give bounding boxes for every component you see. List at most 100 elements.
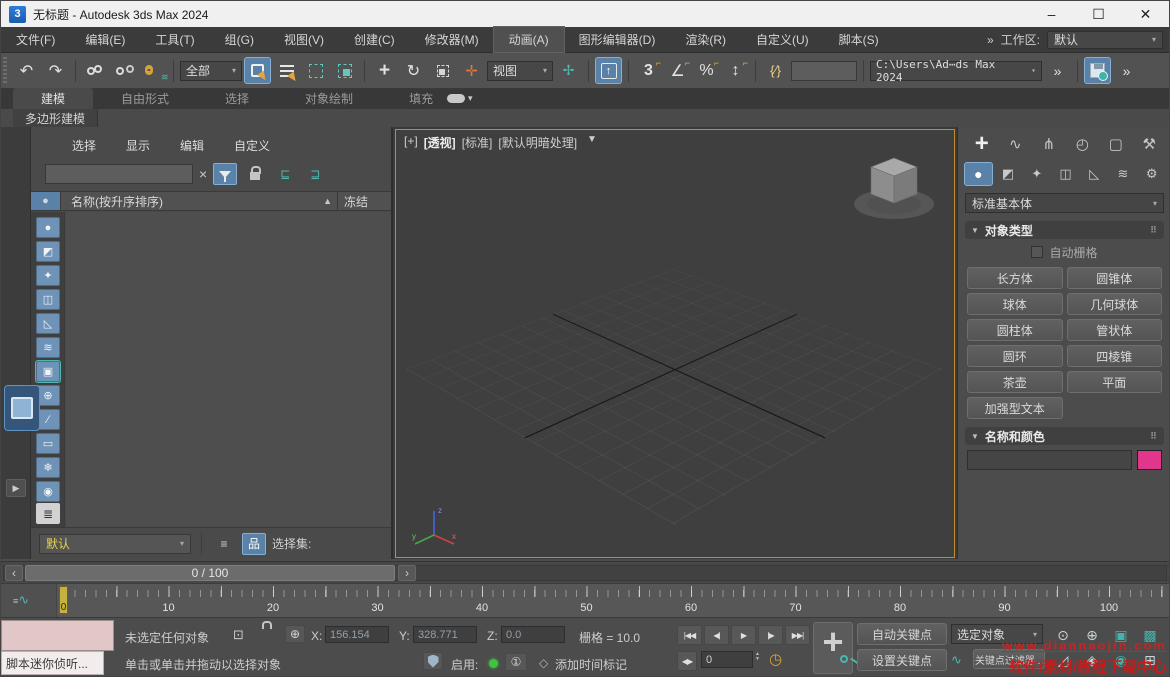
layers-view-button[interactable]: ≡ [212, 533, 236, 555]
save-scene-button[interactable] [1084, 57, 1111, 84]
search-input[interactable] [45, 164, 193, 184]
select-and-place-button[interactable]: ✛ [458, 57, 485, 84]
auto-key-toggle[interactable]: 自动关键点 [857, 623, 947, 645]
ribbon-minimize-button[interactable]: ▾ [447, 93, 473, 104]
frame-spin-buttons[interactable]: ▲ ▼ [755, 652, 760, 662]
select-children-button[interactable]: ⊑ [273, 163, 297, 185]
lock-explorer-button[interactable] [243, 163, 267, 185]
tab-display[interactable]: ▢ [1100, 135, 1132, 153]
toolbar-overflow-chevron[interactable]: » [1044, 57, 1071, 84]
select-and-scale-button[interactable] [429, 57, 456, 84]
selection-set-dropdown[interactable]: 默认 ▾ [39, 533, 191, 554]
clear-search-icon[interactable]: × [199, 166, 207, 182]
named-selection-set-field[interactable] [791, 60, 857, 81]
y-coordinate-field[interactable] [413, 626, 477, 643]
mini-curve-editor-button[interactable]: ≡∿ [13, 592, 29, 608]
ribbon-tab[interactable]: 建模 [13, 88, 94, 109]
key-mode-toggle[interactable]: ◀▶ [677, 651, 697, 671]
sort-ascending-icon[interactable]: ▲ [323, 196, 337, 206]
percent-snap-toggle[interactable]: % ⌐ [693, 57, 720, 84]
menu-item[interactable]: 视图(V) [269, 27, 339, 52]
object-type-button[interactable]: 圆锥体 [1066, 267, 1162, 289]
menu-item[interactable]: 动画(A) [492, 26, 565, 53]
keyboard-override-toggle[interactable]: ↑ [595, 57, 622, 84]
object-type-button[interactable]: 长方体 [967, 267, 1063, 289]
rectangular-selection-region-button[interactable] [302, 57, 329, 84]
redo-button[interactable]: ↷ [42, 57, 69, 84]
menu-item[interactable]: 渲染(R) [670, 27, 741, 52]
object-type-button[interactable]: 四棱锥 [1066, 345, 1162, 367]
select-dependents-button[interactable]: ⊒ [303, 163, 327, 185]
filter-funnel-button[interactable] [213, 163, 238, 185]
key-filter-scope-dropdown[interactable]: 选定对象 ▾ [951, 624, 1043, 644]
track-bar-ruler[interactable]: 10 20 30 40 50 60 70 80 90 100 [56, 584, 1169, 617]
category-shapes[interactable]: ◩ [995, 162, 1022, 186]
name-column-header[interactable]: 名称(按升序排序) [61, 193, 323, 210]
absolute-mode-transform-button[interactable]: ⊕ [285, 625, 305, 643]
object-type-button[interactable]: 圆环 [967, 345, 1063, 367]
toolbar-overflow-icon[interactable]: » [987, 33, 994, 47]
viewport-pov-menu[interactable]: [+] [404, 134, 418, 151]
display-frozen-icon[interactable]: ❄ [36, 457, 60, 478]
viewport-shading-menu[interactable]: [默认明暗处理] [498, 134, 577, 151]
object-type-button[interactable]: 茶壶 [967, 371, 1063, 393]
scene-security-button[interactable] [423, 652, 443, 670]
menu-item[interactable]: 创建(C) [339, 27, 410, 52]
ribbon-tab[interactable]: 选择 [197, 88, 277, 109]
go-to-start-button[interactable]: |◀◀ [677, 625, 702, 645]
zoom-all-button[interactable]: ⊕ [1078, 623, 1106, 647]
autogrid-checkbox[interactable] [1031, 246, 1044, 258]
per-view-filter-icon[interactable]: ▼ [587, 134, 597, 151]
key-tangent-icon[interactable]: ∿ [951, 652, 962, 668]
viewport-view-menu[interactable]: [透视] [424, 134, 456, 151]
primitive-category-dropdown[interactable]: 标准基本体 ▾ [965, 193, 1164, 213]
undo-button[interactable]: ↶ [13, 57, 40, 84]
category-lights[interactable]: ✦ [1023, 162, 1050, 186]
category-systems[interactable]: ⚙ [1138, 162, 1165, 186]
ribbon-panel-polygon-modeling[interactable]: 多边形建模 [13, 109, 99, 127]
object-type-button[interactable]: 加强型文本 [967, 397, 1063, 419]
previous-frame-button[interactable]: ◀| [704, 625, 729, 645]
ribbon-tab[interactable]: 对象绘制 [277, 88, 381, 109]
explorer-menu-item[interactable]: 编辑 [165, 137, 219, 154]
menu-item[interactable]: 工具(T) [140, 27, 209, 52]
view-cube[interactable] [844, 146, 944, 226]
perspective-viewport[interactable]: [+] [透视] [标准] [默认明暗处理] ▼ z x y [395, 129, 955, 558]
tab-create[interactable]: + [966, 130, 998, 158]
tab-modify[interactable]: ∿ [1000, 135, 1032, 153]
name-and-color-rollout[interactable]: ▼ 名称和颜色 ⠿ [965, 427, 1164, 445]
pan-button[interactable]: ◈ [1078, 648, 1106, 672]
ribbon-tab[interactable]: 自由形式 [93, 88, 197, 109]
row-type-column[interactable]: ● [31, 192, 61, 210]
advanced-filter-button[interactable]: ≣ [36, 503, 60, 524]
object-color-swatch[interactable] [1137, 450, 1162, 470]
object-type-rollout[interactable]: ▼ 对象类型 ⠿ [965, 221, 1164, 239]
expand-panel-button[interactable]: ▶ [6, 479, 26, 497]
display-containers-icon[interactable]: ▭ [36, 433, 60, 454]
maxscript-listener-label[interactable]: 脚本迷你侦听... [1, 651, 104, 675]
project-folder-dropdown[interactable]: C:\Users\Ad⋯ds Max 2024 ▾ [870, 58, 1042, 84]
object-type-button[interactable]: 圆柱体 [967, 319, 1063, 341]
toolbar-drag-handle[interactable] [3, 57, 7, 84]
object-type-button[interactable]: 球体 [967, 293, 1063, 315]
spinner-snap-toggle[interactable]: ↕ ⌐ [722, 57, 749, 84]
display-spacewarps-icon[interactable]: ≋ [36, 337, 60, 358]
menu-item[interactable]: 修改器(M) [410, 27, 494, 52]
use-pivot-center-button[interactable]: ✢ [555, 57, 582, 84]
current-frame-field[interactable] [701, 651, 753, 668]
play-button[interactable]: ▶ [731, 625, 756, 645]
explorer-menu-item[interactable]: 自定义 [219, 137, 285, 154]
category-helpers[interactable]: ◺ [1081, 162, 1108, 186]
category-geometry[interactable]: ● [964, 162, 993, 186]
z-coordinate-field[interactable] [501, 626, 565, 643]
tab-utilities[interactable]: ⚒ [1134, 135, 1166, 153]
orbit-button[interactable]: ◉ [1107, 648, 1135, 672]
category-cameras[interactable]: ◫ [1052, 162, 1079, 186]
workspace-dropdown[interactable]: 默认 ▾ [1047, 30, 1163, 49]
category-spacewarps[interactable]: ≋ [1110, 162, 1137, 186]
set-keys-button[interactable]: + [813, 621, 853, 674]
select-and-move-button[interactable]: + [371, 57, 398, 84]
edit-named-selection-sets-button[interactable]: {∕} [762, 57, 789, 84]
zoom-extents-button[interactable]: ▣ [1107, 623, 1135, 647]
unlink-selection-button[interactable] [111, 57, 138, 84]
